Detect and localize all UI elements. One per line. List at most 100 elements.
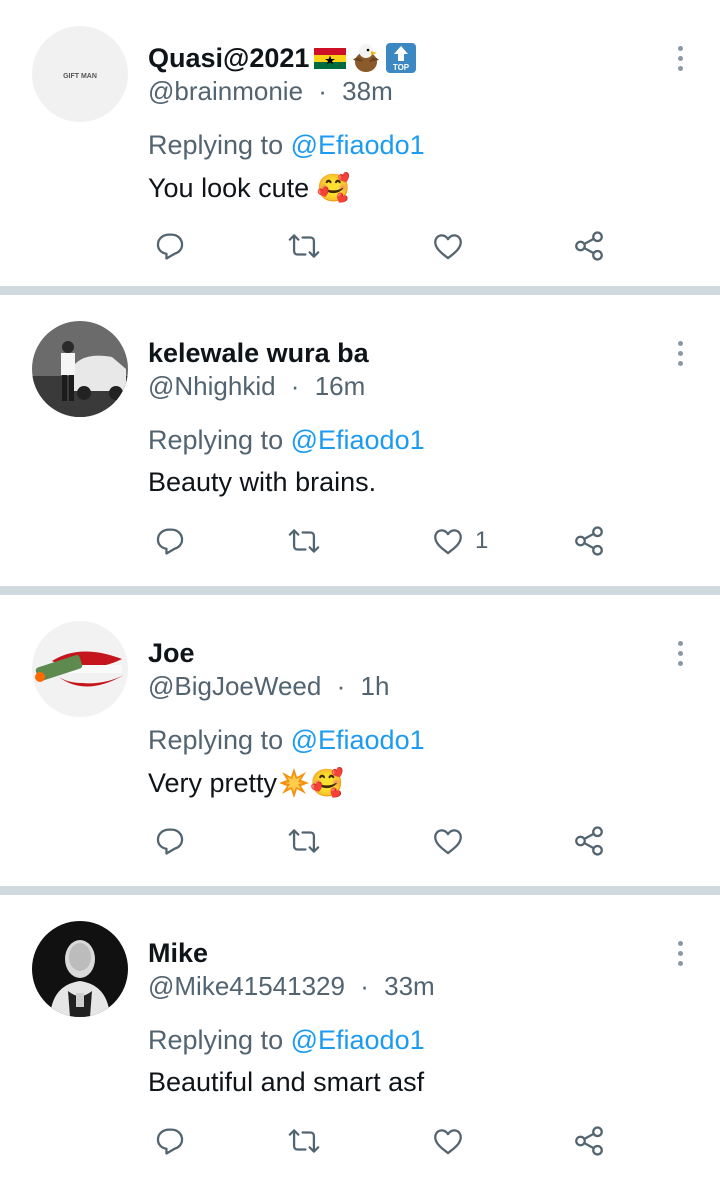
reply-button[interactable] bbox=[153, 521, 187, 561]
avatar[interactable] bbox=[32, 921, 128, 1017]
avatar[interactable]: GIFT MAN bbox=[32, 26, 128, 122]
avatar-image bbox=[32, 921, 128, 1017]
handle-and-time: @Mike41541329 · 33m bbox=[148, 971, 435, 1002]
like-count: 1 bbox=[475, 527, 489, 554]
avatar-image bbox=[32, 621, 128, 717]
more-vertical-icon[interactable] bbox=[668, 935, 692, 971]
divider bbox=[0, 286, 720, 295]
like-button[interactable] bbox=[431, 226, 475, 266]
display-name[interactable]: Mike bbox=[148, 938, 208, 969]
reply-icon bbox=[156, 1128, 184, 1155]
reply-button[interactable] bbox=[153, 1121, 187, 1161]
reply-icon bbox=[156, 233, 184, 260]
share-button[interactable] bbox=[572, 821, 606, 861]
share-button[interactable] bbox=[572, 226, 606, 266]
tweet-text: Beautiful and smart asf bbox=[148, 1067, 425, 1097]
name-emojis: TOP bbox=[313, 42, 417, 74]
top-badge-label: TOP bbox=[393, 63, 410, 72]
retweet-button[interactable] bbox=[287, 1121, 321, 1161]
replying-to: Replying to @Efiaodo1 bbox=[148, 725, 425, 756]
mention-link[interactable]: @Efiaodo1 bbox=[291, 130, 425, 160]
share-button[interactable] bbox=[572, 521, 606, 561]
mention-link[interactable]: @Efiaodo1 bbox=[291, 1025, 425, 1055]
more-vertical-icon[interactable] bbox=[668, 635, 692, 671]
tweet-card[interactable]: kelewale wura ba @Nhighkid · 16m Replyin… bbox=[0, 295, 720, 581]
handle-and-time: @brainmonie · 38m bbox=[148, 76, 393, 107]
dot-separator: · bbox=[318, 76, 327, 106]
reply-button[interactable] bbox=[153, 226, 187, 266]
replying-prefix: Replying to bbox=[148, 725, 284, 755]
tweet-text-emoji: 🥰 bbox=[310, 768, 344, 798]
replying-to: Replying to @Efiaodo1 bbox=[148, 1025, 425, 1056]
reply-icon bbox=[156, 528, 184, 555]
like-button[interactable]: 1 bbox=[431, 521, 488, 561]
mention-link[interactable]: @Efiaodo1 bbox=[291, 725, 425, 755]
tweet-text: You look cute 🥰 bbox=[148, 173, 351, 203]
timestamp[interactable]: 16m bbox=[315, 371, 366, 402]
eagle-icon bbox=[353, 44, 380, 72]
handle-and-time: @BigJoeWeed · 1h bbox=[148, 671, 389, 702]
timestamp[interactable]: 1h bbox=[360, 671, 389, 702]
display-name[interactable]: kelewale wura ba bbox=[148, 338, 369, 369]
dot-separator: · bbox=[360, 971, 369, 1001]
action-bar: 1 bbox=[0, 521, 720, 561]
replying-prefix: Replying to bbox=[148, 425, 284, 455]
action-bar bbox=[0, 226, 720, 266]
user-handle[interactable]: @Mike41541329 bbox=[148, 971, 345, 1002]
action-bar bbox=[0, 1121, 720, 1161]
heart-icon bbox=[434, 1129, 462, 1155]
tweet-card[interactable]: Joe @BigJoeWeed · 1h Replying to @Efiaod… bbox=[0, 595, 720, 881]
mention-link[interactable]: @Efiaodo1 bbox=[291, 425, 425, 455]
retweet-icon bbox=[288, 829, 320, 853]
like-button[interactable] bbox=[431, 1121, 475, 1161]
top-arrow-icon: TOP bbox=[386, 43, 417, 73]
share-icon bbox=[575, 1126, 603, 1156]
retweet-icon bbox=[288, 234, 320, 258]
timestamp[interactable]: 38m bbox=[342, 76, 393, 107]
tweet-text-body: Very pretty bbox=[148, 767, 278, 798]
user-handle[interactable]: @BigJoeWeed bbox=[148, 671, 321, 702]
more-vertical-icon[interactable] bbox=[668, 40, 692, 76]
retweet-button[interactable] bbox=[287, 521, 321, 561]
action-bar bbox=[0, 821, 720, 861]
share-icon bbox=[575, 526, 603, 556]
replying-to: Replying to @Efiaodo1 bbox=[148, 425, 425, 456]
divider bbox=[0, 886, 720, 895]
dot-separator: · bbox=[336, 671, 346, 701]
retweet-icon bbox=[288, 1129, 320, 1153]
ghana-flag-icon bbox=[314, 48, 347, 69]
heart-icon bbox=[434, 829, 462, 855]
display-name[interactable]: Quasi@2021 bbox=[148, 43, 309, 74]
like-button[interactable] bbox=[431, 821, 475, 861]
divider bbox=[0, 586, 720, 595]
avatar-image: GIFT MAN bbox=[32, 26, 128, 122]
heart-icon bbox=[434, 234, 462, 260]
more-vertical-icon[interactable] bbox=[668, 335, 692, 371]
user-handle[interactable]: @brainmonie bbox=[148, 76, 303, 107]
avatar[interactable] bbox=[32, 621, 128, 717]
tweet-card[interactable]: GIFT MAN Quasi@2021 TOP @brainmonie · 38… bbox=[0, 0, 720, 286]
collision-emoji-icon bbox=[279, 768, 310, 798]
replying-prefix: Replying to bbox=[148, 1025, 284, 1055]
retweet-button[interactable] bbox=[287, 821, 321, 861]
display-name[interactable]: Joe bbox=[148, 638, 195, 669]
handle-and-time: @Nhighkid · 16m bbox=[148, 371, 365, 402]
reply-button[interactable] bbox=[153, 821, 187, 861]
avatar-image bbox=[32, 321, 128, 417]
tweet-text: Beauty with brains. bbox=[148, 467, 377, 497]
tweet-text: Very pretty 🥰 bbox=[148, 767, 344, 799]
share-icon bbox=[575, 826, 603, 856]
share-button[interactable] bbox=[572, 1121, 606, 1161]
dot-separator: · bbox=[290, 371, 300, 401]
tweet-card[interactable]: Mike @Mike41541329 · 33m Replying to @Ef… bbox=[0, 895, 720, 1181]
user-handle[interactable]: @Nhighkid bbox=[148, 371, 276, 402]
replying-prefix: Replying to bbox=[148, 130, 284, 160]
reply-icon bbox=[156, 828, 184, 855]
avatar[interactable] bbox=[32, 321, 128, 417]
replying-to: Replying to @Efiaodo1 bbox=[148, 130, 425, 161]
share-icon bbox=[575, 231, 603, 261]
timestamp[interactable]: 33m bbox=[384, 971, 435, 1002]
avatar-logo-text: GIFT MAN bbox=[63, 73, 97, 80]
heart-icon bbox=[434, 529, 462, 555]
retweet-button[interactable] bbox=[287, 226, 321, 266]
